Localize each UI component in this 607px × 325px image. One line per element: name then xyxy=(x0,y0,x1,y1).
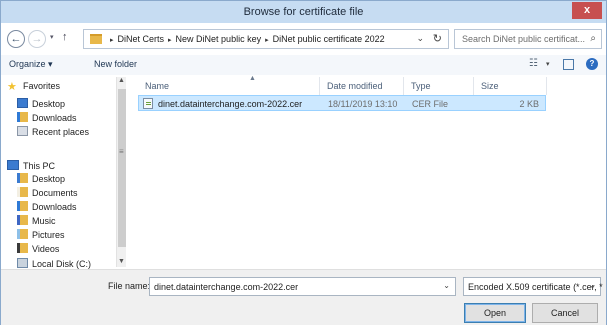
file-type-filter[interactable]: Encoded X.509 certificate (*.cer, * ⌄ xyxy=(463,277,603,296)
breadcrumb-item[interactable]: DiNet public certificate 2022 xyxy=(273,34,385,44)
column-divider[interactable] xyxy=(546,77,547,95)
sidebar-item-label: Downloads xyxy=(32,202,77,212)
sidebar-item-pictures[interactable]: Pictures xyxy=(17,229,65,242)
sort-ascending-icon: ▲ xyxy=(249,75,256,82)
help-icon[interactable]: ? xyxy=(586,58,598,70)
organize-menu[interactable]: Organize ▾ xyxy=(9,59,53,70)
title-bar[interactable]: Browse for certificate file x xyxy=(1,1,606,23)
sidebar-item-label: Recent places xyxy=(32,127,90,137)
sidebar-item-recent-places[interactable]: Recent places xyxy=(17,126,89,139)
navigation-pane: ★ Favorites Desktop Downloads Recent plac… xyxy=(1,77,128,269)
view-options-dropdown-icon[interactable]: ▾ xyxy=(546,60,550,68)
scroll-down-arrow-icon[interactable]: ▼ xyxy=(117,258,126,267)
recent-locations-dropdown[interactable]: ▾ xyxy=(50,33,54,41)
window-title: Browse for certificate file xyxy=(243,6,364,18)
sidebar-item-local-disk[interactable]: Local Disk (C:) xyxy=(17,258,91,269)
sidebar-item-documents[interactable]: Documents xyxy=(17,187,78,200)
drive-icon xyxy=(17,258,28,268)
sidebar-item-label: Documents xyxy=(32,188,78,198)
address-bar[interactable]: ▸ DiNet Certs ▸ New DiNet public key ▸ DiNet … xyxy=(83,29,449,49)
search-input[interactable]: Search DiNet public certificat... xyxy=(462,34,585,44)
crumb-separator-icon[interactable]: ▸ xyxy=(265,37,269,44)
file-row[interactable]: dinet.datainterchange.com-2022.cer 18/11… xyxy=(138,95,546,111)
file-name: dinet.datainterchange.com-2022.cer xyxy=(158,99,303,109)
cancel-button[interactable]: Cancel xyxy=(532,303,598,323)
sidebar-item-label: Pictures xyxy=(32,230,65,240)
certificate-file-icon xyxy=(143,98,153,109)
sidebar-item-label: Desktop xyxy=(32,174,66,184)
column-divider[interactable] xyxy=(403,77,404,95)
column-header-date[interactable]: Date modified xyxy=(327,81,383,91)
sidebar-item-label: Local Disk (C:) xyxy=(32,259,92,269)
computer-icon xyxy=(7,160,19,170)
sidebar-item-label: This PC xyxy=(23,161,56,171)
sidebar-item-videos[interactable]: Videos xyxy=(17,243,59,256)
file-name-input[interactable] xyxy=(154,281,434,293)
file-type-dropdown-icon[interactable]: ⌄ xyxy=(589,281,596,290)
navigation-bar: ← → ▾ ↑ ▸ DiNet Certs ▸ New DiNet public ke… xyxy=(1,28,606,50)
sidebar-item-label: Music xyxy=(32,216,56,226)
file-name-combobox[interactable]: ⌄ xyxy=(149,277,456,296)
sidebar-item-favorites[interactable]: ★ Favorites xyxy=(7,81,60,94)
folder-icon xyxy=(90,34,102,44)
sidebar-item-label: Downloads xyxy=(32,113,77,123)
crumb-separator-icon[interactable]: ▸ xyxy=(110,37,114,44)
column-headers: Name ▲ Date modified Type Size xyxy=(133,75,603,95)
star-icon: ★ xyxy=(7,81,17,93)
desktop-icon xyxy=(17,98,28,108)
downloads-folder-icon xyxy=(17,112,28,122)
sidebar-item-pc-downloads[interactable]: Downloads xyxy=(17,201,77,214)
back-button[interactable]: ← xyxy=(7,30,25,48)
sidebar-item-music[interactable]: Music xyxy=(17,215,56,228)
forward-button[interactable]: → xyxy=(28,30,46,48)
scroll-up-arrow-icon[interactable]: ▲ xyxy=(117,77,126,86)
column-header-size[interactable]: Size xyxy=(481,81,499,91)
sidebar-item-this-pc[interactable]: This PC xyxy=(7,160,55,173)
file-date-modified: 18/11/2019 13:10 xyxy=(328,99,398,109)
open-button[interactable]: Open xyxy=(464,303,526,323)
search-box[interactable]: Search DiNet public certificat... ⌕ xyxy=(454,29,602,49)
music-folder-icon xyxy=(17,215,28,225)
column-header-type[interactable]: Type xyxy=(411,81,431,91)
file-name-label: File name: xyxy=(108,281,151,291)
sidebar-item-pc-desktop[interactable]: Desktop xyxy=(17,173,65,186)
new-folder-button[interactable]: New folder xyxy=(94,59,137,69)
downloads-folder-icon xyxy=(17,201,28,211)
recent-places-icon xyxy=(17,126,28,136)
file-type: CER File xyxy=(412,99,449,109)
sidebar-item-label: Desktop xyxy=(32,99,66,109)
file-size: 2 KB xyxy=(519,99,539,109)
file-type-filter-value: Encoded X.509 certificate (*.cer, * xyxy=(468,282,603,292)
scroll-thumb[interactable] xyxy=(118,89,126,247)
breadcrumb: ▸ DiNet Certs ▸ New DiNet public key ▸ DiNet … xyxy=(106,34,385,44)
navigation-scrollbar[interactable]: ▲ ≡ ▼ xyxy=(116,77,126,267)
sidebar-item-desktop[interactable]: Desktop xyxy=(17,98,65,111)
pictures-folder-icon xyxy=(17,229,28,239)
videos-folder-icon xyxy=(17,243,28,253)
dialog-footer: File name: ⌄ Encoded X.509 certificate (… xyxy=(1,269,606,325)
column-divider[interactable] xyxy=(473,77,474,95)
sidebar-item-label: Favorites xyxy=(23,81,61,91)
breadcrumb-item[interactable]: New DiNet public key xyxy=(176,34,262,44)
documents-folder-icon xyxy=(17,187,28,197)
crumb-separator-icon[interactable]: ▸ xyxy=(168,37,172,44)
sidebar-item-label: Videos xyxy=(32,244,60,254)
command-toolbar: Organize ▾ New folder ☷ ▾ ? xyxy=(1,55,606,75)
sidebar-item-downloads[interactable]: Downloads xyxy=(17,112,77,125)
file-name-dropdown-icon[interactable]: ⌄ xyxy=(443,281,450,290)
preview-pane-icon[interactable] xyxy=(563,59,574,70)
search-icon[interactable]: ⌕ xyxy=(590,33,596,44)
up-button[interactable]: ↑ xyxy=(62,31,68,43)
browse-dialog: Browse for certificate file x ← → ▾ ↑ ▸ D… xyxy=(0,0,607,325)
close-button[interactable]: x xyxy=(572,2,602,19)
refresh-icon[interactable]: ↻ xyxy=(433,32,442,45)
scroll-grip-icon: ≡ xyxy=(119,147,124,156)
column-divider[interactable] xyxy=(319,77,320,95)
address-dropdown-icon[interactable]: ⌄ xyxy=(416,33,424,44)
change-view-icon[interactable]: ☷ xyxy=(529,58,538,69)
column-header-name[interactable]: Name xyxy=(145,81,169,91)
desktop-folder-icon xyxy=(17,173,28,183)
breadcrumb-item[interactable]: DiNet Certs xyxy=(118,34,165,44)
